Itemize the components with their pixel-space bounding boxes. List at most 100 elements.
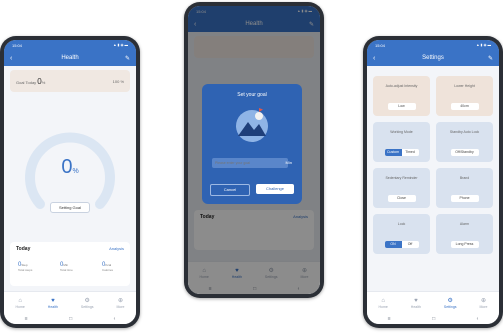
status-bar: 15:04 ▲ ▮ ◉ ▬	[367, 40, 499, 50]
tile-working-mode[interactable]: Working Mode Custom Timed	[373, 122, 430, 162]
mode-option[interactable]: Custom	[384, 149, 402, 156]
tile-lower-height[interactable]: Lower Height 40cm	[436, 76, 493, 116]
header: ‹ Settings ✎	[367, 50, 499, 66]
goal-input-unit: Min	[285, 160, 292, 165]
health-icon: ♥	[51, 297, 55, 304]
progress-value: 0	[61, 156, 73, 178]
phone-health: 15:04 ▲ ▮ ◉ ▬ ‹ Health ✎ Goal Today 0% 1…	[0, 36, 140, 328]
tile-value-button[interactable]: Long Press	[450, 241, 479, 248]
back-key[interactable]: ‹	[114, 316, 116, 322]
nav-label: Home	[15, 304, 25, 309]
home-icon: ⌂	[381, 297, 385, 304]
nav-label: Settings	[80, 304, 94, 309]
system-nav-bar: ≡ □ ‹	[367, 314, 499, 324]
stat-time: 0Min Total time	[60, 262, 73, 272]
lock-option[interactable]: Off	[401, 241, 419, 248]
tile-value-button[interactable]: Phone	[450, 195, 479, 202]
dialog-screen: 15:04 ▲ ▮ ◉ ▬ ‹ Health ✎ Today Analysis ⌂ Ho…	[188, 6, 320, 294]
setting-goal-button[interactable]: Setting Goal	[50, 202, 90, 213]
tile-title: Brand	[459, 176, 470, 180]
edit-icon[interactable]: ✎	[488, 55, 493, 62]
nav-home[interactable]: ⌂ Home	[378, 298, 387, 309]
tile-value-button[interactable]: Close	[387, 195, 416, 202]
bottom-nav: ⌂ Home ♥ Health ⚙ Settings ⊕ More	[4, 291, 136, 314]
nav-settings[interactable]: ⚙ Settings	[444, 298, 457, 309]
home-icon: ⌂	[18, 297, 22, 304]
goal-illustration-icon	[236, 108, 268, 142]
more-icon: ⊕	[117, 297, 124, 304]
nav-more[interactable]: ⊕ More	[117, 298, 125, 309]
lock-option[interactable]: ON	[384, 241, 402, 248]
nav-label: Settings	[443, 304, 457, 309]
status-bar: 15:04 ▲ ▮ ◉ ▬	[4, 40, 136, 50]
nav-settings[interactable]: ⚙ Settings	[81, 298, 94, 309]
tile-lock[interactable]: Lock ON Off	[373, 214, 430, 254]
goal-unit: %	[41, 79, 46, 85]
tile-value-button[interactable]: Off/Standby	[450, 149, 479, 156]
gear-icon: ⚙	[84, 297, 90, 304]
status-icons: ▲ ▮ ◉ ▬	[113, 43, 128, 47]
back-icon[interactable]: ‹	[373, 55, 375, 62]
set-goal-dialog: Set your goal Min Cancel Challenge	[202, 84, 302, 204]
top-bar: 15:04 ▲ ▮ ◉ ▬ ‹ Settings ✎	[367, 40, 499, 66]
page-title: Settings	[422, 55, 444, 61]
more-icon: ⊕	[480, 297, 487, 304]
nav-label: Health	[47, 304, 58, 309]
progress-unit: %	[72, 168, 79, 175]
edit-icon[interactable]: ✎	[125, 55, 130, 62]
nav-more[interactable]: ⊕ More	[480, 298, 488, 309]
goal-target: 100 %	[112, 78, 124, 84]
status-time: 15:04	[12, 42, 23, 48]
tile-auto-adjust[interactable]: Auto-adjust Intensity Low	[373, 76, 430, 116]
stat-steps: 0Step Total steps	[18, 262, 32, 272]
nav-label: More	[479, 304, 488, 309]
challenge-button[interactable]: Challenge	[256, 184, 294, 194]
stat-calories: 0Kcal Calories	[102, 262, 113, 272]
phone-goal-dialog: 15:04 ▲ ▮ ◉ ▬ ‹ Health ✎ Today Analysis ⌂ Ho…	[184, 2, 324, 298]
back-icon[interactable]: ‹	[10, 55, 12, 62]
nav-home[interactable]: ⌂ Home	[15, 298, 24, 309]
tile-sedentary[interactable]: Sedentary Reminder Close	[373, 168, 430, 208]
nav-label: Home	[378, 304, 388, 309]
tile-brand[interactable]: Brand Phone	[436, 168, 493, 208]
stat-label: Total time	[60, 268, 73, 272]
goal-summary: Goal Today 0%	[16, 77, 45, 86]
system-nav-bar: ≡ □ ‹	[4, 314, 136, 324]
stat-unit: Min	[63, 263, 69, 267]
goal-input[interactable]	[212, 158, 288, 168]
stat-label: Calories	[102, 268, 114, 272]
settings-grid: Auto-adjust Intensity Low Lower Height 40c…	[373, 76, 493, 254]
stat-unit: Kcal	[105, 263, 112, 267]
tile-title: Alarm	[459, 222, 470, 226]
nav-health[interactable]: ♥ Health	[48, 298, 58, 309]
menu-key[interactable]: ≡	[388, 316, 391, 322]
tile-value-button[interactable]: 40cm	[450, 103, 479, 110]
tile-value-button[interactable]: Low	[387, 103, 416, 110]
stat-label: Total steps	[18, 268, 33, 272]
analysis-link[interactable]: Analysis	[109, 246, 124, 251]
back-key[interactable]: ‹	[477, 316, 479, 322]
tile-standby-lock[interactable]: Standby Auto Lock Off/Standby	[436, 122, 493, 162]
tile-alarm[interactable]: Alarm Long Press	[436, 214, 493, 254]
tile-title: Sedentary Reminder	[385, 176, 418, 180]
today-card: Today Analysis 0Step Total steps 0Min Tota…	[10, 242, 130, 286]
cancel-button[interactable]: Cancel	[210, 184, 250, 196]
status-icons: ▲ ▮ ◉ ▬	[476, 43, 491, 47]
goal-card: Goal Today 0% 100 %	[10, 70, 130, 92]
stat-unit: Step	[21, 263, 28, 267]
mode-option[interactable]: Timed	[401, 149, 419, 156]
top-bar: 15:04 ▲ ▮ ◉ ▬ ‹ Health ✎	[4, 40, 136, 66]
tile-title: Auto-adjust Intensity	[385, 84, 418, 88]
home-key[interactable]: □	[432, 316, 435, 322]
goal-label: Goal Today	[16, 79, 37, 85]
menu-key[interactable]: ≡	[25, 316, 28, 322]
today-title: Today	[16, 246, 31, 252]
header: ‹ Health ✎	[4, 50, 136, 66]
nav-label: More	[116, 304, 125, 309]
phone-settings: 15:04 ▲ ▮ ◉ ▬ ‹ Settings ✎ Auto-adjust Inte…	[363, 36, 503, 328]
lock-toggle[interactable]: ON Off	[384, 241, 419, 248]
nav-health[interactable]: ♥ Health	[411, 298, 421, 309]
mode-toggle[interactable]: Custom Timed	[384, 149, 419, 156]
home-key[interactable]: □	[69, 316, 72, 322]
nav-label: Health	[410, 304, 421, 309]
